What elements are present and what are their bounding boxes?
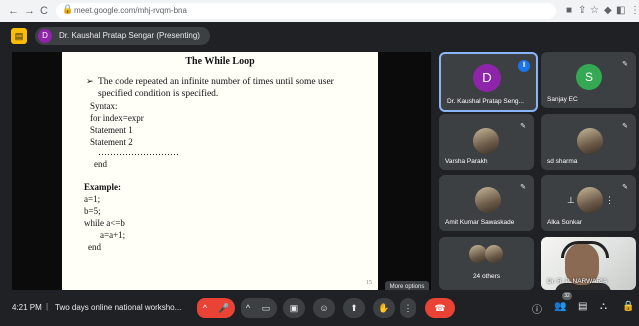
participant-tile[interactable]: 24 others [439, 237, 534, 290]
meeting-title: Two days online national worksho... [55, 303, 182, 312]
audio-options-button[interactable]: ^ [197, 298, 213, 318]
participant-tile[interactable]: S ✎ Sanjay EC [541, 52, 636, 108]
syntax-line: Statement 1 [90, 125, 133, 135]
participant-name: sd sharma [547, 158, 578, 165]
participant-tile[interactable]: ⊥ ⋮ ✎ Alka Sonkar [541, 175, 636, 231]
participant-tile[interactable]: D ⦀ Dr. Kaushal Pratap Seng... [439, 52, 538, 112]
presentation-stage: The While Loop ➢ The code repeated an in… [12, 52, 431, 290]
presenting-label: Dr. Kaushal Pratap Sengar (Presenting) [59, 31, 200, 40]
sidebar-icon[interactable]: ◧ [616, 4, 625, 18]
participant-photo [473, 128, 499, 154]
clock-time: 4:21 PM [12, 303, 42, 312]
participant-name: Sanjay EC [547, 96, 578, 103]
participant-avatar: S [576, 64, 602, 90]
address-bar[interactable]: 🔒 meet.google.com/mhj-rvqm-bna [56, 3, 556, 19]
participant-name: Dr. R. P. NARWARIA [547, 278, 608, 285]
camera-button[interactable]: ▭ [255, 298, 277, 318]
bullet-marker-icon: ➢ [86, 76, 94, 86]
people-icon[interactable]: 👥 [554, 301, 566, 312]
chat-icon[interactable]: ▤ [578, 301, 587, 312]
participant-name: Dr. Kaushal Pratap Seng... [447, 98, 524, 105]
mic-off-icon: ✎ [622, 123, 628, 130]
raise-hand-button[interactable]: ✋ [373, 298, 395, 318]
participant-photo [485, 245, 503, 263]
others-count: 24 others [472, 273, 501, 280]
slide-bullet: The code repeated an infinite number of … [98, 77, 334, 99]
participant-photo [475, 187, 501, 213]
mic-off-button[interactable]: 🎤 [213, 298, 235, 318]
slide-page-number: 15 [366, 280, 372, 286]
slide-title: The While Loop [185, 56, 255, 67]
participant-avatar: D [473, 64, 501, 92]
slide: The While Loop ➢ The code repeated an in… [62, 52, 378, 290]
extension-icon[interactable]: ■ [566, 4, 572, 18]
syntax-line: end [94, 159, 107, 169]
participant-name: Alka Sonkar [547, 219, 583, 226]
present-screen-icon[interactable]: ▤ [11, 28, 27, 44]
presenting-banner: ▤ D Dr. Kaushal Pratap Sengar (Presentin… [0, 22, 639, 50]
participant-photo [577, 187, 603, 213]
present-now-button[interactable]: ⬆ [343, 298, 365, 318]
forward-icon[interactable]: → [24, 4, 35, 18]
bottom-control-bar: 4:21 PM | Two days online national works… [0, 290, 639, 326]
meeting-details-icon[interactable]: ⓘ [532, 301, 542, 316]
participant-tile[interactable]: ✎ sd sharma [541, 114, 636, 170]
syntax-line: for index=expr [90, 113, 144, 123]
syntax-label: Syntax: [90, 101, 118, 111]
participant-photo [577, 128, 603, 154]
example-line: a=a+1; [100, 230, 126, 240]
example-line: end [88, 242, 101, 252]
participant-tile[interactable]: ✎ Varsha Parakh [439, 114, 534, 170]
mic-off-icon: ✎ [622, 61, 628, 68]
people-count-badge: 32 [562, 292, 572, 300]
participant-name: Amit Kumar Sawaskade [445, 219, 515, 226]
extensions-puzzle-icon[interactable]: ◆ [604, 4, 612, 18]
mic-off-icon: ✎ [622, 184, 628, 191]
example-line: b=5; [84, 206, 101, 216]
bookmark-star-icon[interactable]: ☆ [590, 4, 599, 18]
share-icon[interactable]: ⇪ [578, 4, 586, 18]
more-options-icon[interactable]: ⋮ [605, 195, 614, 206]
activities-icon[interactable]: ⛬ [600, 301, 607, 312]
host-controls-icon[interactable]: 🔒 [622, 301, 634, 312]
emoji-button[interactable]: ☺ [313, 298, 335, 318]
browser-toolbar: ← → C 🔒 meet.google.com/mhj-rvqm-bna ■ ⇪… [0, 0, 639, 22]
example-line: a=1; [84, 194, 101, 204]
separator: | [46, 302, 49, 311]
mic-off-icon: ✎ [520, 184, 526, 191]
participant-name: Varsha Parakh [445, 158, 488, 165]
captions-button[interactable]: ▣ [283, 298, 305, 318]
pin-icon[interactable]: ⊥ [567, 195, 575, 206]
example-line: while a<=b [84, 218, 125, 228]
browser-menu-icon[interactable]: ⋮ [630, 4, 639, 18]
presenter-pill[interactable]: D Dr. Kaushal Pratap Sengar (Presenting) [35, 27, 210, 45]
reload-icon[interactable]: C [40, 4, 48, 18]
more-options-button[interactable]: ⋮ [400, 298, 416, 318]
presenter-avatar: D [38, 29, 52, 43]
participant-tile[interactable]: ✎ Amit Kumar Sawaskade [439, 175, 534, 231]
example-label: Example: [84, 182, 121, 192]
speaking-indicator-icon: ⦀ [518, 60, 530, 72]
mic-off-icon: ✎ [520, 123, 526, 130]
url-text: meet.google.com/mhj-rvqm-bna [74, 6, 187, 15]
lock-icon: 🔒 [62, 4, 74, 14]
headphones-icon [561, 241, 609, 258]
syntax-line: ……………………… [98, 147, 179, 157]
leave-call-button[interactable]: ☎ [425, 298, 455, 318]
participant-tile[interactable]: Dr. R. P. NARWARIA [541, 237, 636, 290]
video-options-button[interactable]: ^ [241, 298, 255, 318]
back-icon[interactable]: ← [8, 4, 19, 18]
